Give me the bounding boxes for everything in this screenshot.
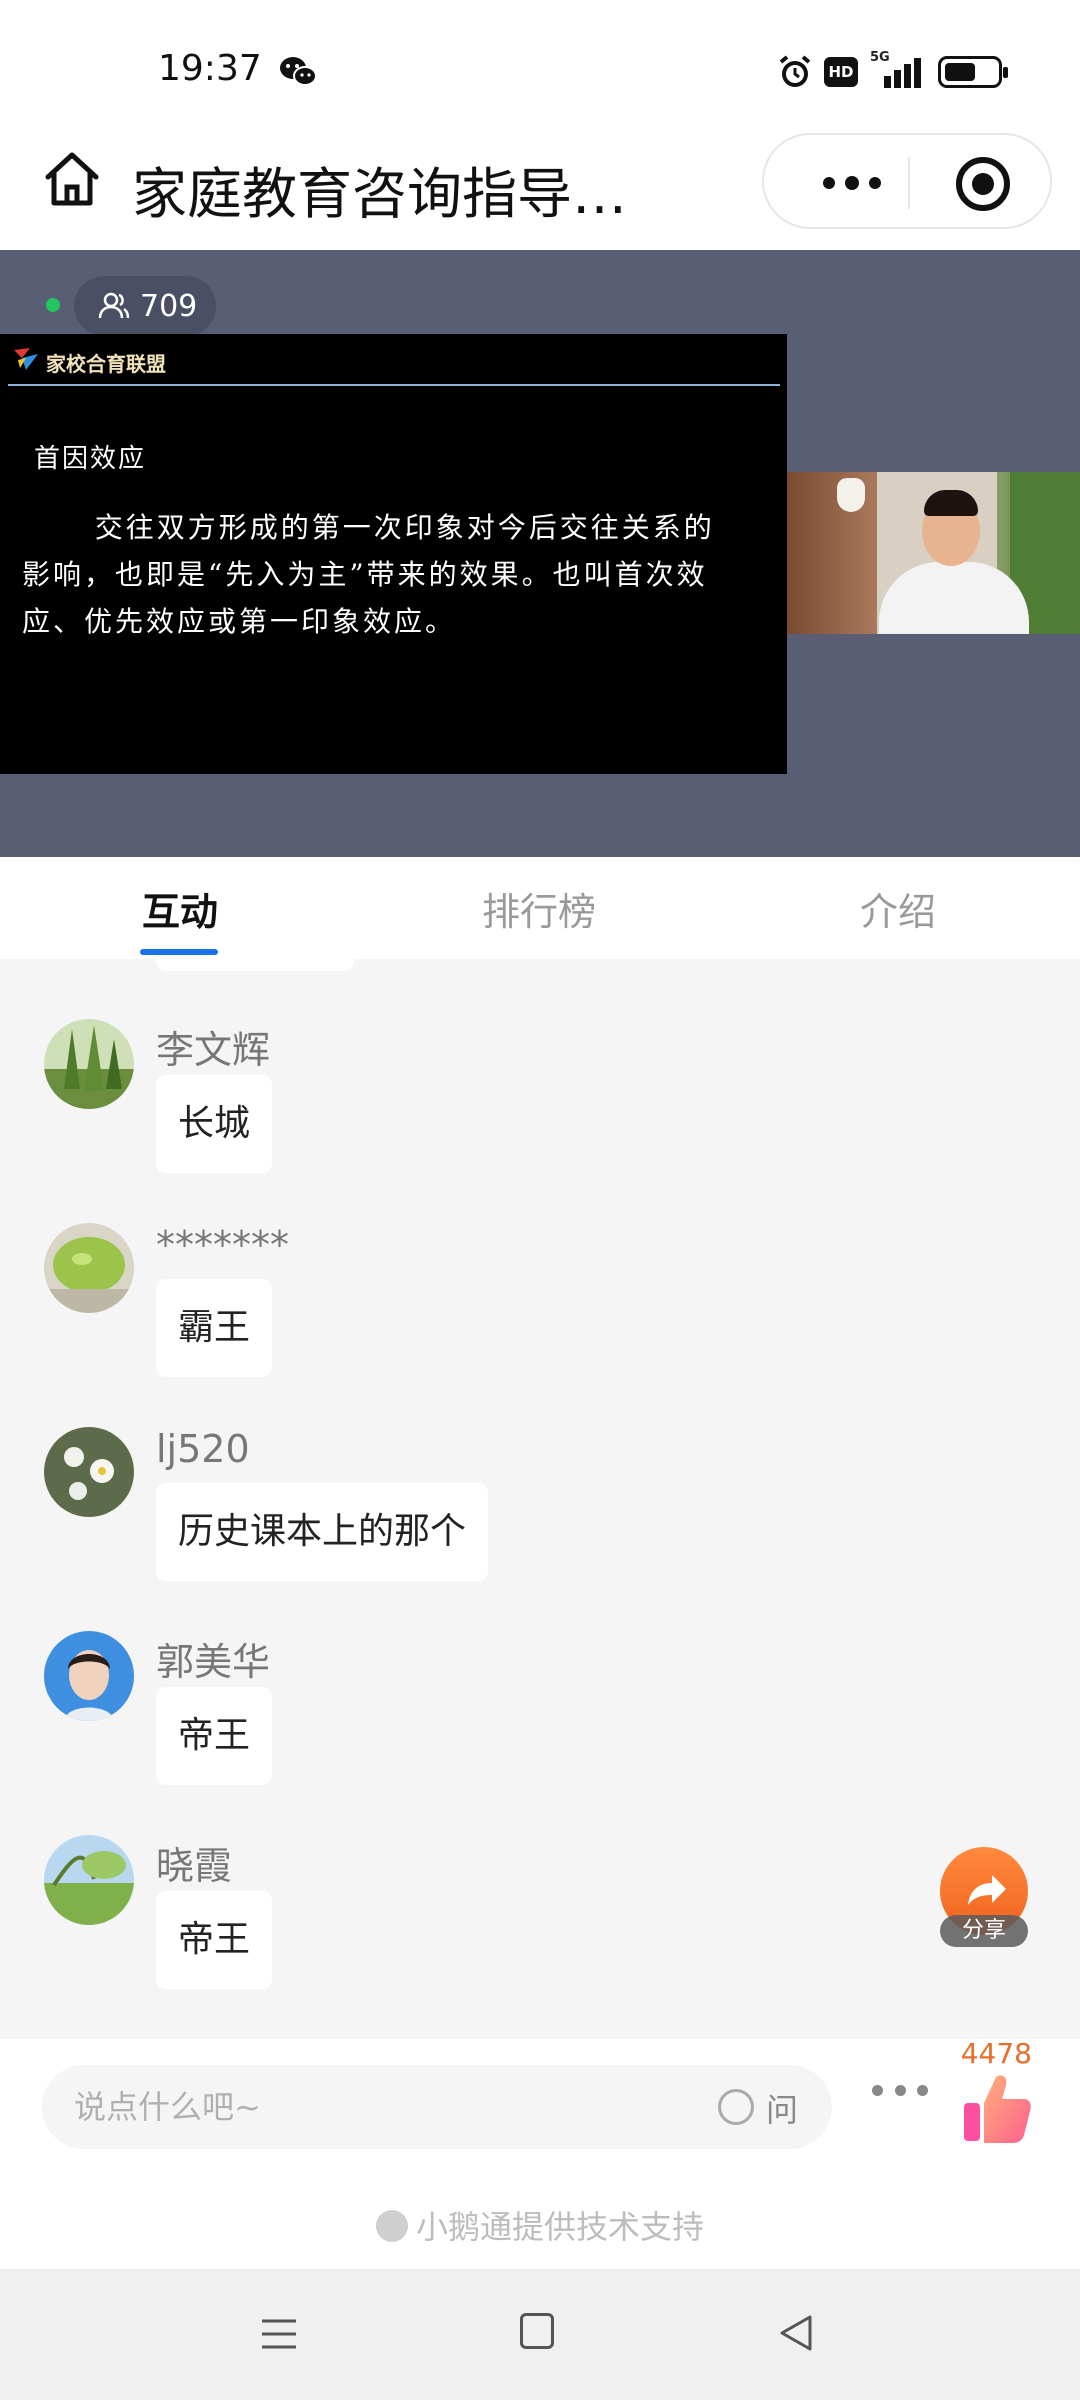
share-label: 分享: [940, 1915, 1028, 1947]
message-bubble: 帝王: [156, 1891, 273, 1989]
message-author: *******: [156, 1223, 289, 1267]
live-indicator: [46, 298, 60, 312]
share-button[interactable]: 分享: [940, 1847, 1028, 1947]
status-time: 19:37: [158, 48, 262, 89]
message-author: lj520: [156, 1427, 250, 1471]
user-avatar[interactable]: [44, 1019, 134, 1109]
org-logo: [14, 348, 38, 370]
user-avatar[interactable]: [44, 1631, 134, 1721]
share-icon: [968, 1875, 1006, 1905]
home-square-icon[interactable]: [520, 2313, 554, 2349]
active-tab-indicator: [140, 949, 218, 955]
live-video[interactable]: 709 家校合育联盟 首因效应 交往双方形成的第一次印象对今后交往关系的影响，也…: [0, 250, 1080, 857]
presenter-camera: [787, 472, 1080, 634]
presentation-slide: 家校合育联盟 首因效应 交往双方形成的第一次印象对今后交往关系的影响，也即是“先…: [0, 334, 787, 774]
alarm-icon: [779, 55, 811, 87]
previous-message-bubble: [156, 959, 354, 971]
system-navigation-bar: [0, 2269, 1080, 2400]
page-header: 家庭教育咨询指导…: [0, 125, 1080, 250]
xiaoetong-logo-icon: [375, 2210, 408, 2242]
wechat-icon: [280, 57, 317, 86]
hd-icon: HD: [824, 57, 858, 87]
miniprogram-capsule: [762, 133, 1052, 229]
thumbs-up-icon[interactable]: [962, 2069, 1032, 2145]
message-author: 郭美华: [156, 1640, 271, 1684]
message-bubble: 霸王: [156, 1279, 273, 1377]
message-bubble: 历史课本上的那个: [156, 1483, 489, 1581]
close-icon[interactable]: [956, 157, 1010, 211]
home-icon[interactable]: [40, 147, 104, 211]
tech-support-footer: 小鹅通提供技术支持: [0, 2202, 1080, 2262]
menu-icon[interactable]: [260, 2315, 298, 2353]
page-title: 家庭教育咨询指导…: [132, 162, 628, 226]
message-author: 李文辉: [156, 1028, 271, 1072]
chat-list[interactable]: 李文辉 长城 ******* 霸王 lj520 历史课本上的那个 郭美华 帝王 …: [0, 959, 1080, 2039]
back-triangle-icon[interactable]: [776, 2313, 816, 2353]
users-icon: [98, 292, 130, 319]
message-bubble: 长城: [156, 1075, 273, 1173]
tab-leaderboard[interactable]: 排行榜: [482, 881, 596, 936]
slide-heading: 首因效应: [34, 444, 147, 474]
status-bar: 19:37 HD 5G: [0, 0, 1080, 125]
message-bubble: 帝王: [156, 1687, 273, 1785]
tab-interaction[interactable]: 互动: [142, 881, 218, 936]
tab-introduction[interactable]: 介绍: [860, 881, 936, 936]
more-icon[interactable]: [792, 153, 912, 213]
user-avatar[interactable]: [44, 1835, 134, 1925]
more-options-icon[interactable]: [872, 2085, 928, 2099]
ask-question-radio[interactable]: [718, 2089, 754, 2125]
user-avatar[interactable]: [44, 1427, 134, 1517]
slide-divider: [8, 384, 780, 386]
like-count: 4478: [960, 2037, 1032, 2070]
tab-bar: 互动 排行榜 介绍: [0, 857, 1080, 959]
slide-body: 交往双方形成的第一次印象对今后交往关系的影响，也即是“先入为主”带来的效果。也叫…: [22, 511, 715, 638]
ask-question-label[interactable]: 问: [766, 2085, 798, 2131]
viewer-count-badge: 709: [74, 276, 216, 336]
capsule-divider: [908, 157, 910, 209]
battery-icon: [938, 56, 1008, 88]
org-name: 家校合育联盟: [46, 352, 166, 376]
message-author: 晓霞: [156, 1844, 233, 1888]
viewer-count: 709: [140, 288, 198, 324]
comment-input-box[interactable]: 问: [42, 2065, 832, 2149]
user-avatar[interactable]: [44, 1223, 134, 1313]
signal-icon: 5G: [870, 50, 926, 90]
support-text: 小鹅通提供技术支持: [415, 2208, 704, 2246]
comment-input[interactable]: [74, 2081, 694, 2133]
